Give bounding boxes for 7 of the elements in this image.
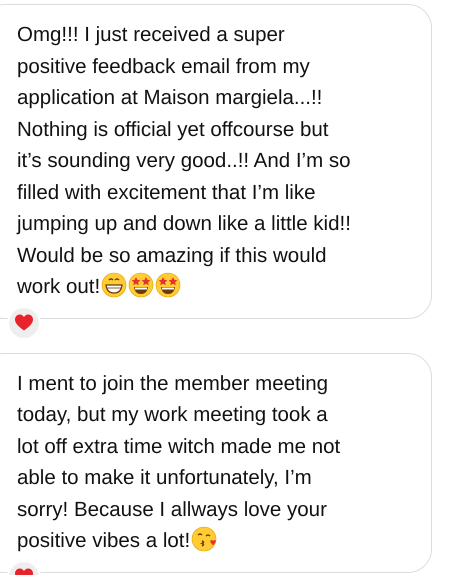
message-text: I ment to join the member meeting today, but my work meeting took a lot off extra time witch made me not able to make it unfortunately, I’m sorry! Because I allways love your positive vibes a lot! [17,370,342,554]
emoji-icon [128,272,154,298]
emoji-icon [155,272,182,298]
message-text: Omg!!! I just received a super positive feedback email from my application at Maison margiela...!! Nothing is official yet offcourse but it’s sounding very good..!! And I’m so filled with excitement that I’m like jumping up and down like a little kid!! Would be so amazing if this would work out! [17,22,352,300]
emoji-icon [101,272,128,298]
emoji-icon [191,526,218,552]
heart-icon [14,313,34,332]
